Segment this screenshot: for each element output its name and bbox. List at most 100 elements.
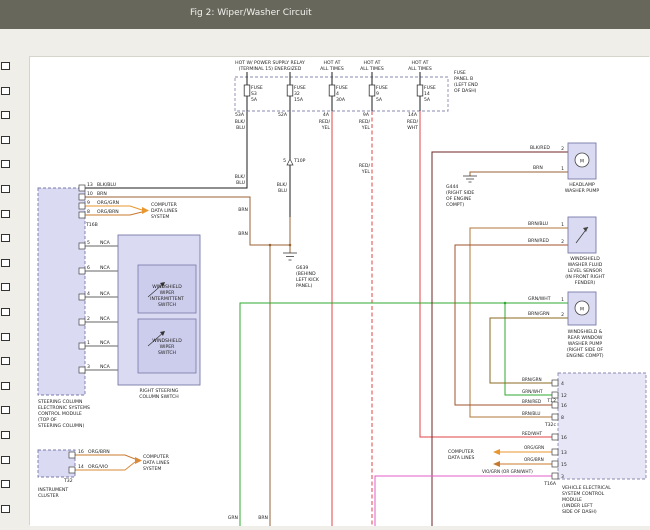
ground-symbol-g639 [283, 253, 297, 260]
diagram-canvas: HOT W/ POWER SUPPLY RELAY (TERMINAL 15) … [30, 57, 650, 526]
data-lines-label: COMPUTER [151, 202, 178, 208]
component-name: SYSTEM CONTROL [562, 491, 605, 497]
wire-color-label: BRN [533, 165, 543, 171]
wire-color-label: RED/ [359, 163, 371, 169]
hot-label: (TERMINAL 15) ENERGIZED [239, 66, 302, 72]
wire-color-label: BRN/BLU [522, 411, 540, 416]
pin-number: 1 [561, 297, 564, 303]
wire-color-label: RED/ [319, 119, 331, 125]
switch-name: INTERMITTENT [150, 296, 184, 302]
wire-color-label: VIO/GRN (OR GRN/WHT) [482, 469, 533, 474]
wire-id: 9A [363, 112, 370, 118]
junction-dot [289, 244, 292, 247]
switch-name: SWITCH [158, 302, 176, 308]
film-frame[interactable] [1, 505, 10, 513]
component-name: (UNDER LEFT [562, 503, 593, 509]
pin-number: 15 [561, 462, 567, 468]
component-name: WINDSHIELD [570, 256, 600, 262]
inline-connector-arrow [287, 159, 293, 165]
wire-brn-to-g444 [470, 172, 568, 176]
film-frame[interactable] [1, 333, 10, 341]
film-frame[interactable] [1, 62, 10, 70]
vehicle-electrical-module: 4 12 16 8 16 13 15 3 BRN/GRN GRN/WHT BRN… [448, 373, 646, 515]
connector-label-t10p: T10P [293, 158, 306, 164]
fuse-label: 15A [294, 97, 304, 103]
pin-number: 6 [87, 265, 90, 271]
fuse-symbol [329, 85, 335, 96]
connector-label-t16b: T16B [85, 222, 98, 228]
fuse-label: 5A [376, 97, 383, 103]
film-frame[interactable] [1, 431, 10, 439]
film-frame[interactable] [1, 357, 10, 365]
steering-module-box [38, 188, 85, 395]
hot-label: HOT AT [324, 60, 341, 66]
wire-color-label: ORG/GRN [97, 200, 119, 206]
data-lines-label: SYSTEM [151, 214, 169, 220]
component-name: WASHER PUMP [568, 341, 602, 347]
component-name: INSTRUMENT [38, 487, 68, 493]
switch-name: WIPER [160, 344, 176, 350]
switch-name: WIPER [160, 290, 176, 296]
film-frame[interactable] [1, 259, 10, 267]
film-frame[interactable] [1, 234, 10, 242]
wire-id: 14A [408, 112, 418, 118]
pin-number: 14 [78, 464, 84, 470]
pin-number: 16 [78, 449, 84, 455]
wire-id: 52A [278, 112, 288, 118]
pin-number: 5 [87, 240, 90, 246]
motor-m: M [580, 307, 584, 313]
nca-label: NCA [100, 240, 111, 246]
wire-color-label: ORG/VIO [88, 464, 108, 470]
component-name: REAR WINDOW [568, 335, 603, 341]
connector-label-t16a: T16A [543, 481, 557, 487]
component-name: STEERING COLUMN) [38, 423, 84, 429]
component-name: (TOP OF [38, 417, 57, 423]
component-name: ENGINE COMPT) [566, 353, 603, 359]
pin-number: 3 [561, 474, 564, 480]
wire-color-label: BLK/ [277, 182, 288, 188]
fuse-label: FUSE [251, 85, 263, 91]
fuse-label: 32 [294, 91, 300, 97]
film-frame[interactable] [1, 308, 10, 316]
hot-label: ALL TIMES [320, 66, 344, 72]
film-frame[interactable] [1, 456, 10, 464]
pin-number: 1 [87, 340, 90, 346]
hot-label: HOT AT [412, 60, 429, 66]
wire-color-label: WHT [407, 125, 418, 131]
fuse-symbol [244, 85, 250, 96]
fuse-panel-name: (LEFT END [454, 82, 478, 88]
pin-number: 13 [87, 182, 93, 188]
data-lines-arrow [493, 461, 500, 467]
wire-color-label: RED/ [359, 119, 371, 125]
film-frame[interactable] [1, 406, 10, 414]
wire-color-label: ORG/BRN [97, 209, 119, 215]
film-frame[interactable] [1, 283, 10, 291]
film-frame[interactable] [1, 480, 10, 488]
film-frame[interactable] [1, 111, 10, 119]
component-name: LEVEL SENSOR [568, 268, 603, 274]
pin-number: 4 [87, 291, 90, 297]
ground-name: (BEHIND [296, 271, 316, 277]
film-frame[interactable] [1, 185, 10, 193]
wire-id: 4A [323, 112, 330, 118]
film-frame[interactable] [1, 210, 10, 218]
motor-m: M [580, 159, 584, 165]
switch-name: SWITCH [158, 350, 176, 356]
film-frame[interactable] [1, 87, 10, 95]
component-name: CONTROL MODULE [38, 411, 82, 417]
pin-number: 12 [561, 393, 567, 399]
fuse-label: 5A [424, 97, 431, 103]
connector-label-t12: T12 [546, 398, 556, 404]
ground-name: LEFT KICK [296, 277, 320, 283]
washer-fluid-level-sensor: 1 2 BRN/BLU BRN/RED WINDSHIELD WASHER FL… [528, 217, 605, 286]
film-frame[interactable] [1, 160, 10, 168]
component-name: RIGHT STEERING [140, 388, 179, 394]
film-frame[interactable] [1, 382, 10, 390]
pin-number: 2 [87, 316, 90, 322]
wire-color-label: YEL [361, 125, 371, 131]
wire-grnwht [240, 303, 568, 526]
film-frame[interactable] [1, 136, 10, 144]
component-name: WASHER PUMP [565, 188, 599, 194]
ground-name: COMPT) [446, 202, 464, 208]
pin-number: 16 [561, 403, 567, 409]
